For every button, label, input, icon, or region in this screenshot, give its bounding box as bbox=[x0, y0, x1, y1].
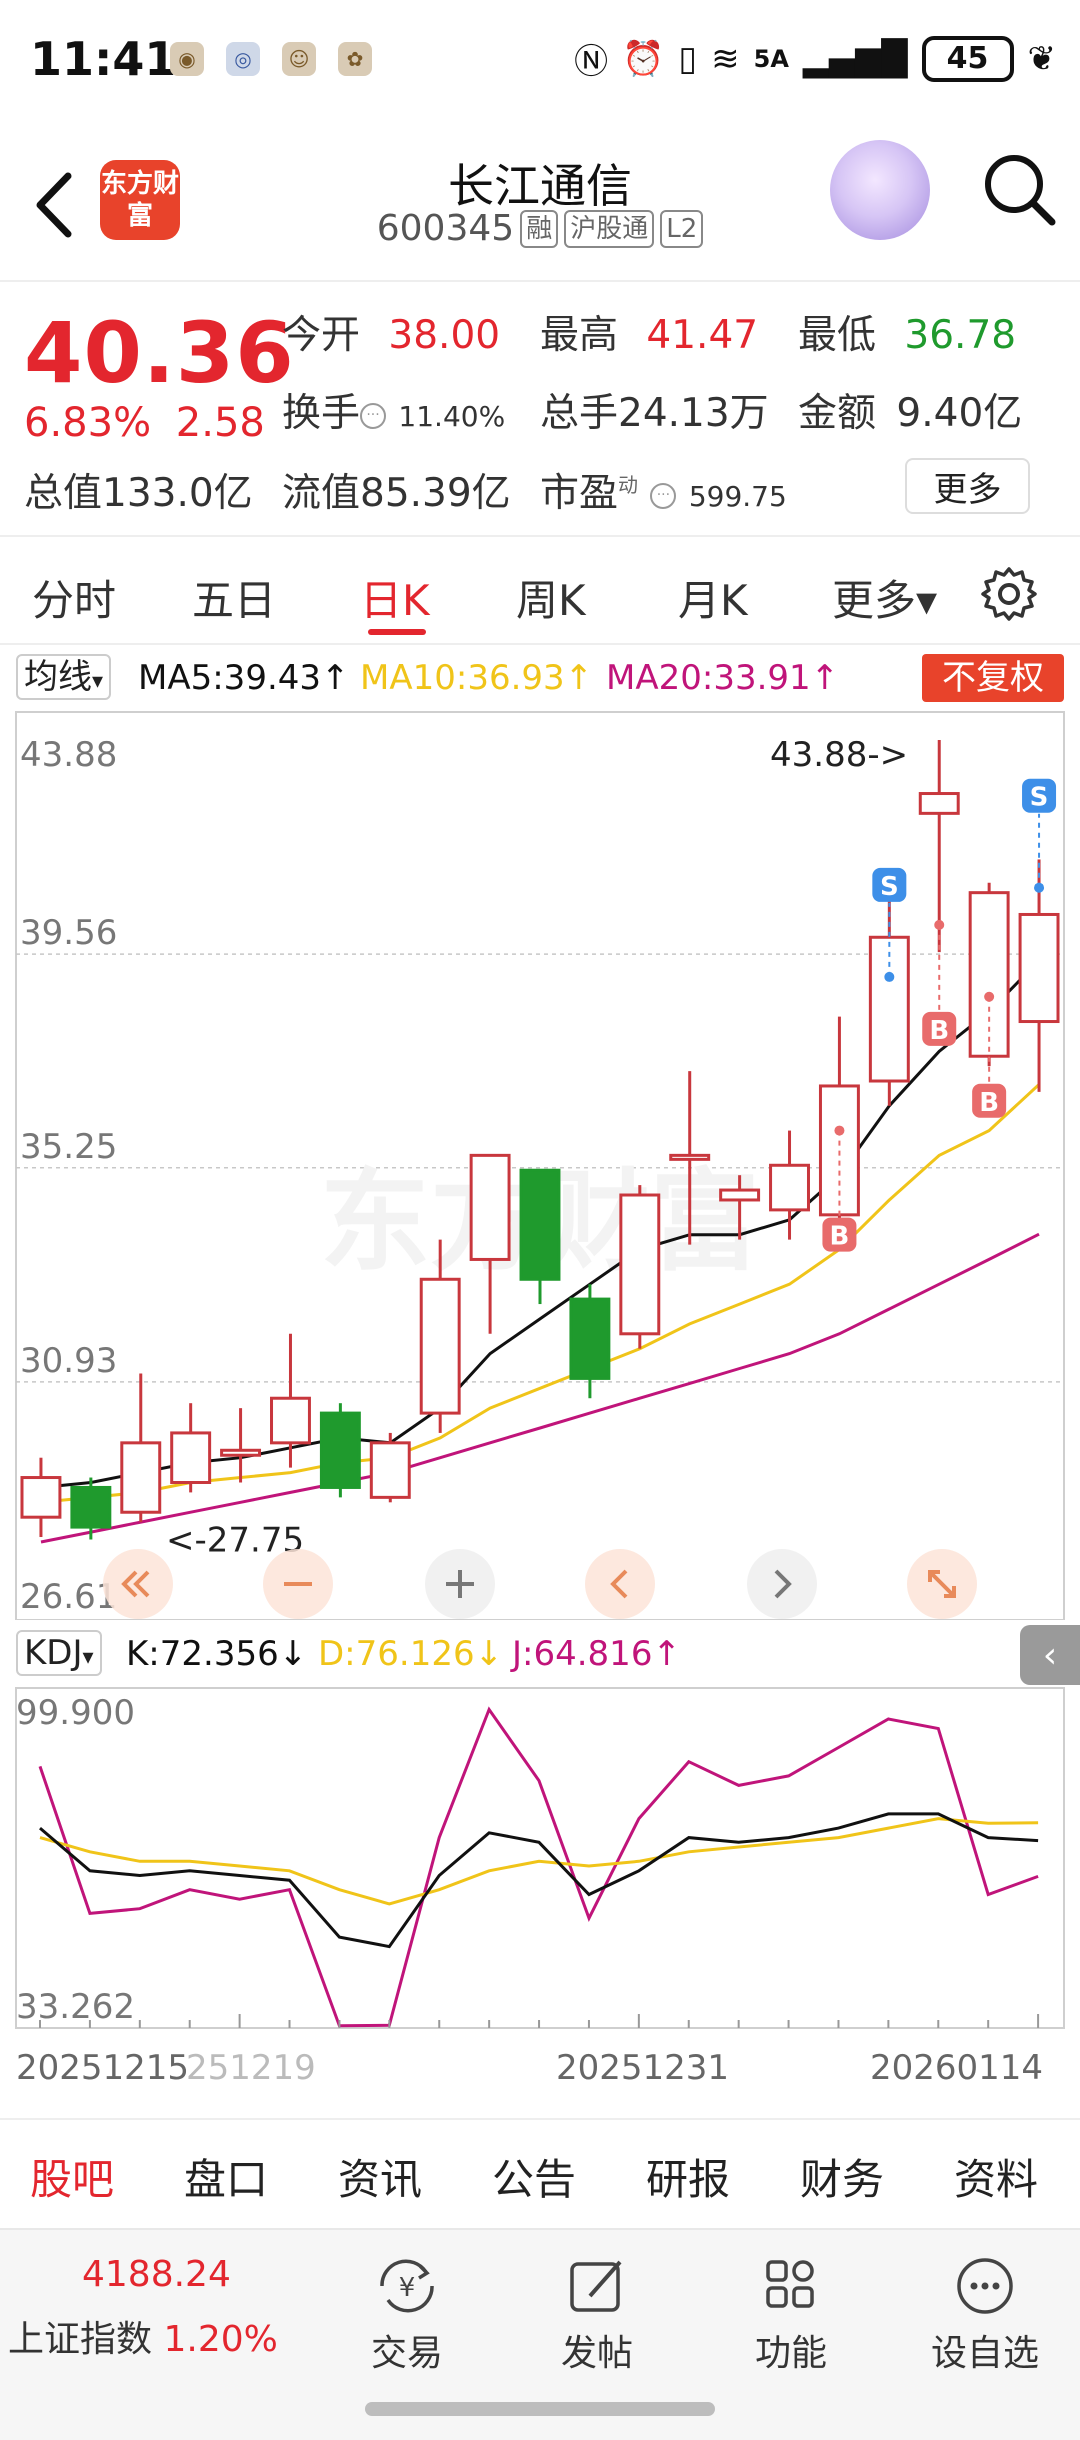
edit-icon bbox=[570, 2260, 622, 2312]
content-tabs: 股吧 盘口 资讯 公告 研报 财务 资料 bbox=[0, 2118, 1080, 2228]
index-label[interactable]: 上证指数 1.20% bbox=[8, 2310, 278, 2362]
functions-label: 功能 bbox=[754, 2333, 827, 2374]
date-label-end: 20260114 bbox=[870, 2048, 1044, 2088]
post-button[interactable]: 发帖 bbox=[532, 2256, 662, 2376]
add-watchlist-label: 设自选 bbox=[930, 2333, 1039, 2374]
svg-text:¥: ¥ bbox=[399, 2273, 416, 2303]
tab-news[interactable]: 资讯 bbox=[338, 2146, 422, 2207]
date-label-start: 20251215 bbox=[16, 2048, 190, 2088]
trade-button[interactable]: ¥ 交易 bbox=[342, 2256, 472, 2376]
yuan-exchange-icon: ¥ bbox=[380, 2259, 434, 2313]
post-label: 发帖 bbox=[560, 2333, 633, 2374]
tab-financials[interactable]: 财务 bbox=[800, 2146, 884, 2207]
grid-icon bbox=[766, 2260, 814, 2308]
index-name: 上证指数 bbox=[8, 2319, 153, 2360]
tab-announcements[interactable]: 公告 bbox=[492, 2146, 576, 2207]
functions-button[interactable]: 功能 bbox=[726, 2256, 856, 2376]
kdj-j-line bbox=[38, 1706, 1039, 2028]
date-label-mid: 20251231 bbox=[556, 2048, 730, 2088]
add-watchlist-button[interactable]: 设自选 bbox=[920, 2256, 1050, 2376]
tab-research[interactable]: 研报 bbox=[646, 2146, 730, 2207]
tab-forum[interactable]: 股吧 bbox=[30, 2146, 114, 2207]
index-change: 1.20% bbox=[163, 2319, 278, 2360]
date-label-mid-faded: 251219 bbox=[186, 2048, 316, 2088]
kdj-frame bbox=[15, 1687, 1065, 2029]
home-indicator bbox=[365, 2402, 715, 2416]
kdj-axis-bottom: 33.262 bbox=[16, 1987, 135, 2027]
trade-label: 交易 bbox=[370, 2333, 443, 2374]
more-dots-icon bbox=[957, 2258, 1013, 2314]
kdj-k-line bbox=[39, 1812, 1039, 1949]
index-value[interactable]: 4188.24 bbox=[82, 2254, 231, 2295]
kdj-axis-top: 99.900 bbox=[16, 1693, 135, 1733]
tab-profile[interactable]: 资料 bbox=[954, 2146, 1038, 2207]
tab-order-book[interactable]: 盘口 bbox=[184, 2146, 268, 2207]
